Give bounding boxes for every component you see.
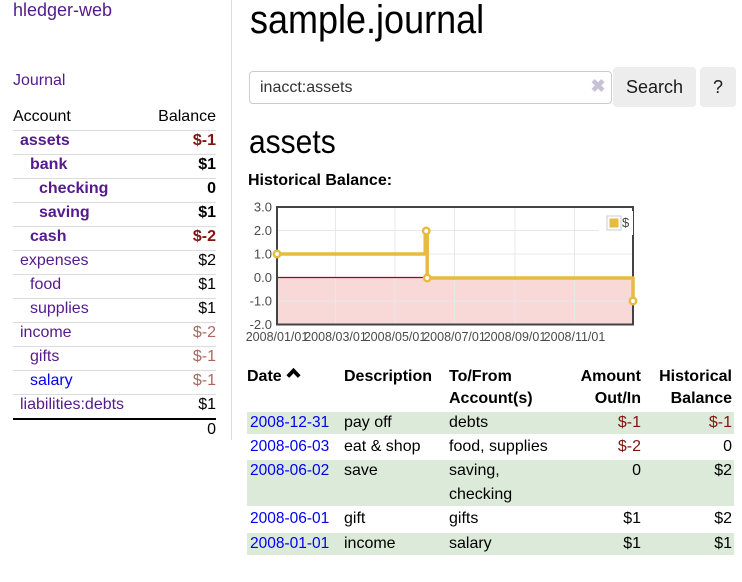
svg-text:1.0: 1.0	[254, 247, 272, 262]
svg-text:2008/09/01: 2008/09/01	[484, 330, 547, 344]
svg-text:2008/07/01: 2008/07/01	[423, 330, 486, 344]
svg-text:$: $	[622, 215, 630, 230]
svg-text:2008/05/01: 2008/05/01	[364, 330, 427, 344]
svg-text:2.0: 2.0	[254, 223, 272, 238]
svg-text:-1.0: -1.0	[250, 294, 272, 309]
svg-text:0.0: 0.0	[254, 270, 272, 285]
svg-text:2008/01/01: 2008/01/01	[246, 330, 309, 344]
svg-text:2008/03/01: 2008/03/01	[304, 330, 367, 344]
svg-text:2008/11/01: 2008/11/01	[544, 330, 606, 344]
svg-text:3.0: 3.0	[254, 200, 272, 215]
